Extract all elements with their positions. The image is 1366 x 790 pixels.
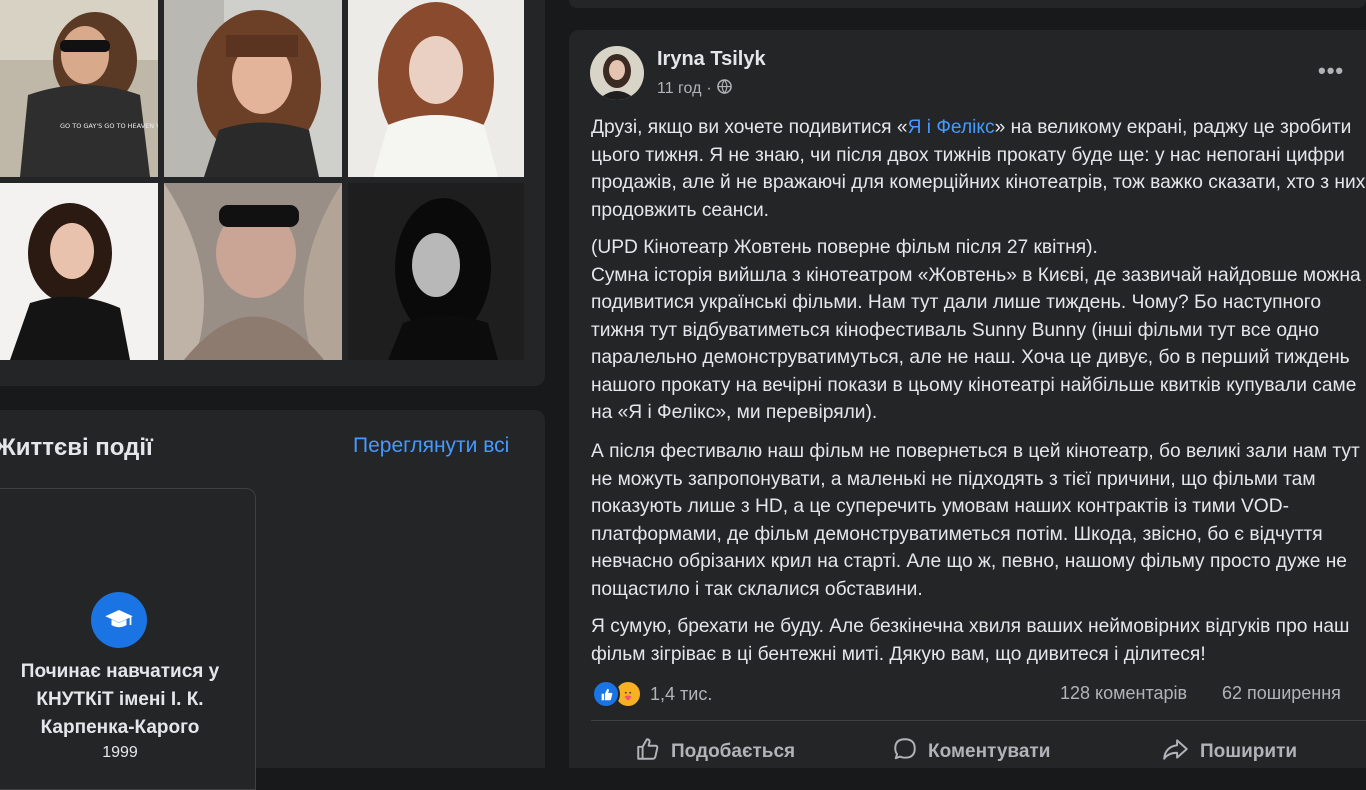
life-event-year: 1999 (102, 744, 138, 761)
globe-icon[interactable] (716, 79, 732, 99)
post-paragraph-3: А після фестивалю наш фільм не повернеть… (591, 441, 1360, 600)
reaction-count: 1,4 тис. (650, 683, 713, 704)
post-time[interactable]: 11 год (657, 80, 701, 98)
share-count[interactable]: 62 поширення (1222, 683, 1341, 704)
actions-divider (591, 720, 1366, 721)
post-author[interactable]: Iryna Tsilyk (657, 48, 766, 71)
comment-count[interactable]: 128 коментарів (1060, 683, 1187, 704)
post-paragraph-1: Друзі, якщо ви хочете подивитися «Я і Фе… (591, 114, 1366, 224)
reactions-summary[interactable]: 1,4 тис. (592, 680, 712, 708)
photo-3[interactable] (348, 0, 524, 177)
thumbs-up-icon (635, 736, 661, 768)
shirt-print: GO TO GAY'S GO TO HEAVEN VALHALLA (60, 122, 158, 130)
post-paragraph-2: (UPD Кінотеатр Жовтень поверне фільм піс… (591, 237, 1361, 423)
photos-panel: GO TO GAY'S GO TO HEAVEN VALHALLA (0, 0, 545, 386)
photo-4[interactable] (0, 183, 158, 360)
comment-label: Коментувати (928, 741, 1051, 762)
photo-1[interactable]: GO TO GAY'S GO TO HEAVEN VALHALLA (0, 0, 158, 177)
like-icon (592, 680, 620, 708)
meta-separator: · (706, 80, 712, 97)
photo-6[interactable] (348, 183, 524, 360)
post-paragraph-4: Я сумую, брехати не буду. Але безкінечна… (591, 616, 1350, 665)
share-button[interactable]: Поширити (1162, 736, 1297, 768)
more-options-button[interactable]: ••• (1318, 58, 1344, 84)
see-all-link[interactable]: Переглянути всі (353, 434, 509, 458)
share-label: Поширити (1200, 741, 1298, 762)
life-event-line-1: Починає навчатися у (20, 661, 220, 682)
previous-post-edge (569, 0, 1366, 8)
photo-2[interactable] (164, 0, 342, 177)
like-button[interactable]: Подобається (635, 736, 795, 768)
graduation-cap-icon (91, 592, 147, 648)
like-label: Подобається (671, 741, 796, 762)
life-event-line-2: КНУТКіТ імені І. К. (36, 689, 204, 710)
share-icon (1162, 736, 1190, 768)
post-p1-before: Друзі, якщо ви хочете подивитися « (591, 117, 908, 138)
film-link[interactable]: Я і Фелікс (908, 117, 995, 138)
life-events-title: Життєві події (0, 434, 153, 461)
comment-button[interactable]: Коментувати (892, 736, 1050, 768)
photo-5[interactable] (164, 183, 342, 360)
avatar[interactable] (590, 46, 644, 100)
post-meta: 11 год · (657, 79, 732, 99)
life-event-line-3: Карпенка-Карого (40, 717, 200, 738)
comment-icon (892, 736, 918, 768)
